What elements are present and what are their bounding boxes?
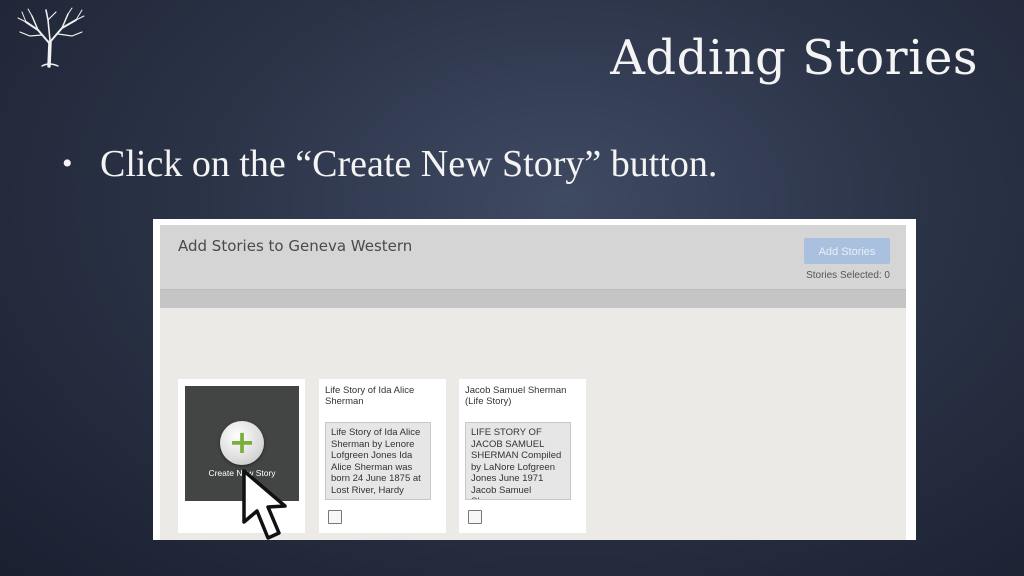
slide: Adding Stories • Click on the “Create Ne… — [0, 0, 1024, 576]
story-title: Life Story of Ida Alice Sherman — [325, 385, 415, 407]
bullet-icon: • — [62, 147, 73, 180]
story-checkbox[interactable] — [328, 510, 342, 524]
story-checkbox[interactable] — [468, 510, 482, 524]
story-card[interactable]: Life Story of Ida Alice Sherman Life Sto… — [319, 379, 446, 533]
panel-header: Add Stories to Geneva Western Add Storie… — [160, 225, 906, 290]
story-preview: LIFE STORY OF JACOB SAMUEL SHERMAN Compi… — [465, 422, 571, 500]
story-preview: Life Story of Ida Alice Sherman by Lenor… — [325, 422, 431, 500]
plus-icon: + — [220, 421, 264, 465]
panel-title: Add Stories to Geneva Western — [178, 237, 413, 255]
bullet-point: • Click on the “Create New Story” button… — [62, 142, 717, 186]
mouse-pointer-icon — [242, 469, 287, 540]
slide-title: Adding Stories — [610, 30, 978, 86]
toolbar-strip — [160, 290, 906, 308]
stories-selected-count: Stories Selected: 0 — [806, 270, 890, 281]
add-stories-button[interactable]: Add Stories — [804, 238, 890, 264]
tree-icon — [17, 7, 85, 68]
story-title: Jacob Samuel Sherman (Life Story) — [465, 385, 567, 407]
bullet-text: Click on the “Create New Story” button. — [100, 143, 718, 185]
story-card[interactable]: Jacob Samuel Sherman (Life Story) LIFE S… — [459, 379, 586, 533]
